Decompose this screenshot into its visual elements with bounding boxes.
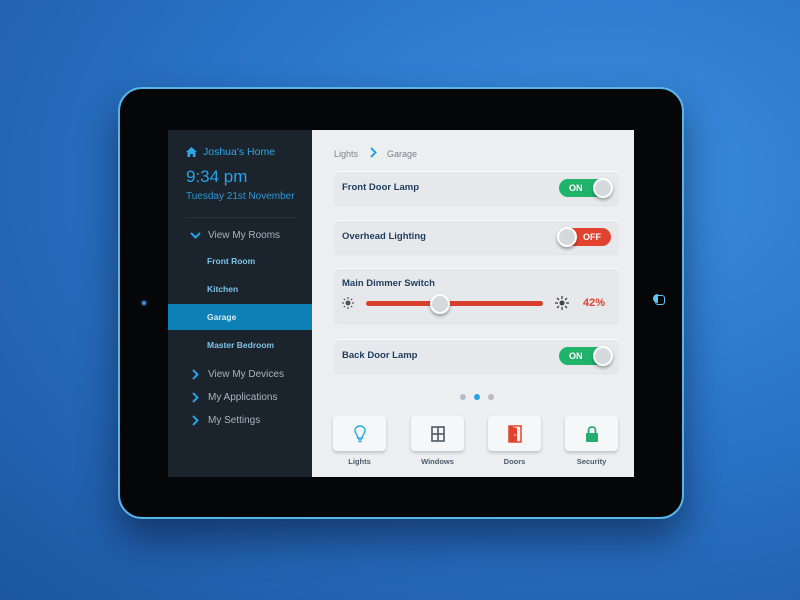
doors-button[interactable] [488, 416, 541, 451]
chevron-right-icon [370, 147, 377, 161]
category-label: Windows [421, 457, 454, 466]
brightness-high-icon [555, 296, 569, 310]
home-button[interactable] [653, 294, 665, 305]
sidebar-item-label: View My Devices [208, 368, 284, 380]
category-label: Lights [348, 457, 371, 466]
toggle-knob [593, 346, 613, 366]
category-windows[interactable]: Windows [411, 416, 464, 466]
room-item-master-bedroom[interactable]: Master Bedroom [168, 332, 312, 358]
device-label: Main Dimmer Switch [342, 278, 435, 289]
back-door-lamp-toggle[interactable]: ON [559, 346, 613, 366]
main-panel: Lights Garage Front Door Lamp ON Overhea… [312, 130, 634, 477]
security-button[interactable] [565, 416, 618, 451]
current-time: 9:34 pm [186, 167, 248, 186]
page-dot-1[interactable] [460, 394, 466, 400]
lock-icon [585, 425, 598, 442]
toggle-knob [593, 178, 613, 198]
device-card-overhead-lighting: Overhead Lighting OFF [334, 220, 619, 254]
room-label: Master Bedroom [207, 340, 275, 350]
camera-icon [142, 301, 146, 305]
sidebar-item-view-my-rooms[interactable]: View My Rooms [168, 225, 312, 245]
device-card-back-door-lamp: Back Door Lamp ON [334, 339, 619, 373]
sidebar-item-my-applications[interactable]: My Applications [168, 387, 312, 407]
screen: Joshua's Home 9:34 pm Tuesday 21st Novem… [168, 130, 634, 477]
lights-button[interactable] [333, 416, 386, 451]
tablet-frame: Joshua's Home 9:34 pm Tuesday 21st Novem… [118, 87, 684, 519]
room-item-kitchen[interactable]: Kitchen [168, 276, 312, 302]
sidebar: Joshua's Home 9:34 pm Tuesday 21st Novem… [168, 130, 312, 477]
category-label: Security [576, 457, 607, 466]
sidebar-item-view-my-devices[interactable]: View My Devices [168, 364, 312, 384]
chevron-right-icon [188, 414, 202, 426]
room-label: Front Room [207, 256, 256, 266]
category-security[interactable]: Security [565, 416, 618, 466]
room-item-garage[interactable]: Garage [168, 304, 312, 330]
page-dot-3[interactable] [488, 394, 494, 400]
page-indicator [460, 394, 494, 400]
chevron-right-icon [188, 368, 202, 380]
lightbulb-icon [353, 424, 366, 442]
sidebar-item-my-settings[interactable]: My Settings [168, 410, 312, 430]
window-icon [430, 425, 445, 442]
toggle-state: ON [569, 183, 583, 193]
category-doors[interactable]: Doors [488, 416, 541, 466]
room-label: Garage [207, 312, 237, 322]
home-icon [186, 147, 197, 157]
windows-button[interactable] [411, 416, 464, 451]
device-label: Front Door Lamp [342, 182, 420, 193]
device-label: Back Door Lamp [342, 350, 418, 361]
category-label: Doors [503, 457, 526, 466]
chevron-down-icon [188, 231, 202, 239]
device-card-main-dimmer: Main Dimmer Switch 42% [334, 268, 619, 323]
device-label: Overhead Lighting [342, 231, 426, 242]
toggle-state: OFF [583, 232, 601, 242]
dimmer-slider[interactable] [366, 294, 543, 314]
breadcrumb-parent[interactable]: Lights [334, 149, 358, 159]
home-label: Joshua's Home [203, 146, 276, 158]
breadcrumb: Lights Garage [334, 147, 417, 161]
toggle-state: ON [569, 351, 583, 361]
overhead-lighting-toggle[interactable]: OFF [557, 227, 611, 247]
front-door-lamp-toggle[interactable]: ON [559, 178, 613, 198]
room-label: Kitchen [207, 284, 239, 294]
dimmer-value: 42% [583, 297, 606, 309]
device-card-front-door-lamp: Front Door Lamp ON [334, 171, 619, 205]
current-date: Tuesday 21st November [186, 191, 295, 202]
sidebar-item-label: My Applications [208, 391, 278, 403]
sidebar-item-label: My Settings [208, 414, 261, 426]
home-link[interactable]: Joshua's Home [186, 146, 275, 158]
divider [186, 217, 296, 218]
category-lights[interactable]: Lights [333, 416, 386, 466]
page-dot-2[interactable] [474, 394, 480, 400]
door-icon [507, 424, 522, 443]
breadcrumb-current: Garage [387, 149, 418, 159]
chevron-right-icon [188, 391, 202, 403]
room-item-front-room[interactable]: Front Room [168, 248, 312, 274]
brightness-low-icon [342, 297, 354, 309]
slider-thumb[interactable] [430, 294, 451, 314]
sidebar-item-label: View My Rooms [208, 229, 281, 241]
toggle-knob [557, 227, 577, 247]
